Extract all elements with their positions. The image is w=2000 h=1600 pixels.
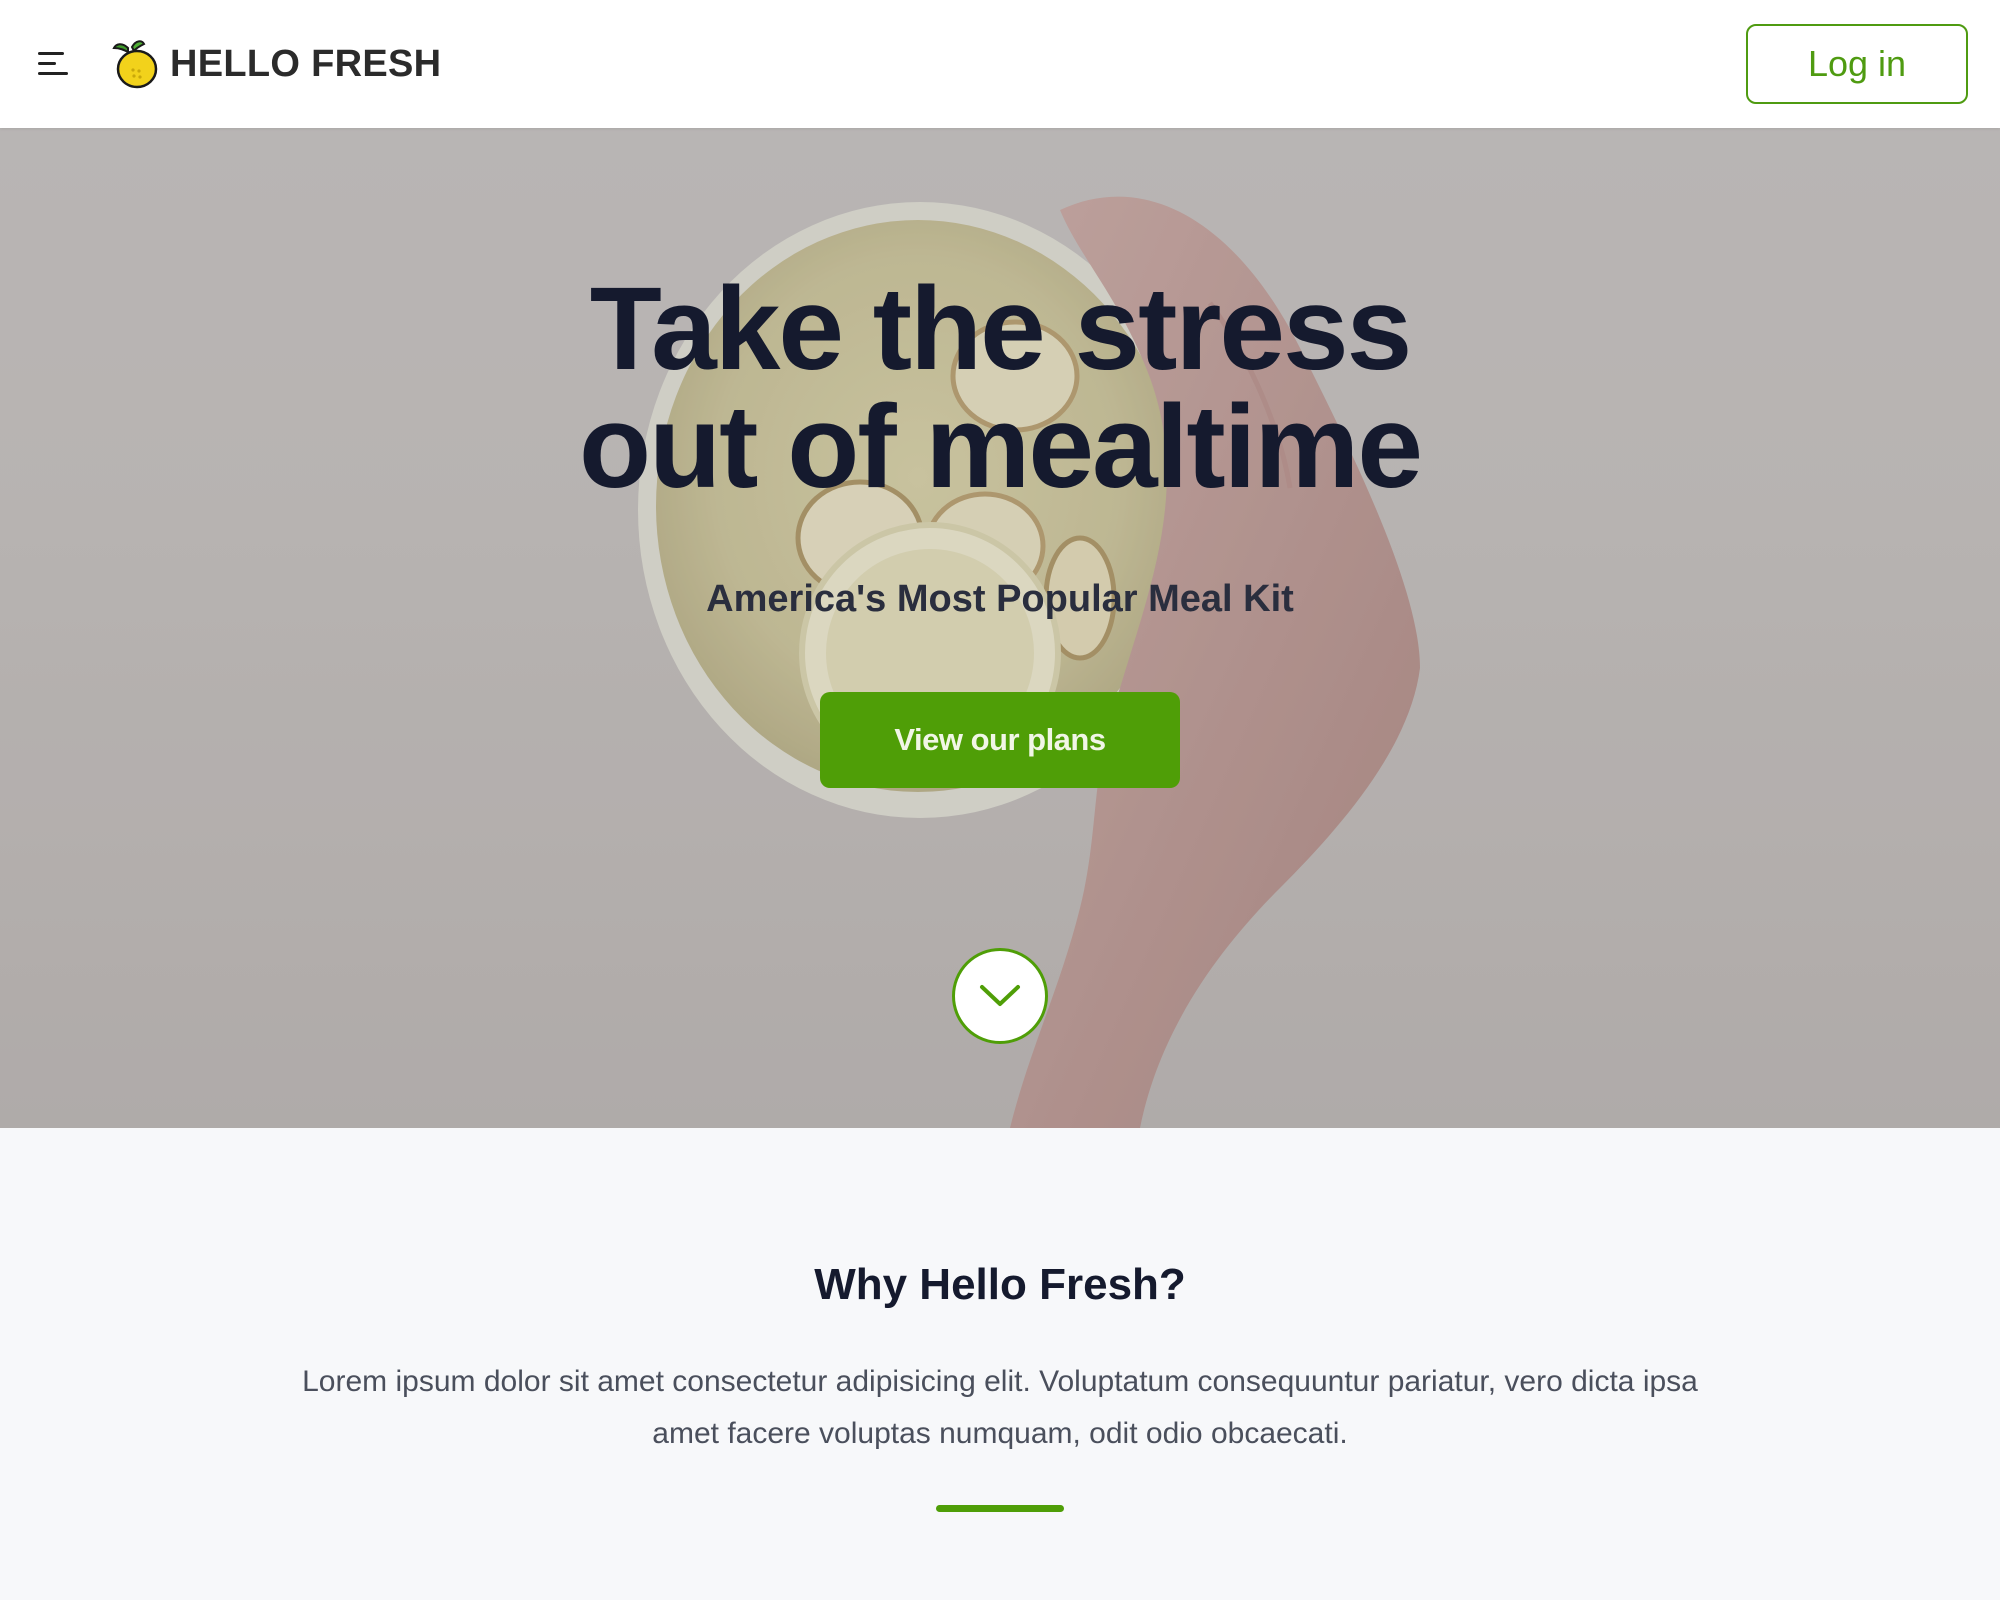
why-description: Lorem ipsum dolor sit amet consectetur a… (302, 1365, 1698, 1450)
view-plans-button[interactable]: View our plans (820, 692, 1180, 788)
hero-title: Take the stress out of mealtime (0, 270, 2000, 506)
chevron-down-icon (980, 985, 1020, 1006)
site-header: HELLO FRESH Log in (0, 0, 2000, 128)
login-button[interactable]: Log in (1746, 24, 1968, 104)
lemon-icon (112, 40, 158, 89)
section-divider (936, 1505, 1064, 1512)
brand-link[interactable]: HELLO FRESH (112, 38, 441, 90)
hero-section: Take the stress out of mealtime America'… (0, 128, 2000, 1128)
why-section: Why Hello Fresh? Lorem ipsum dolor sit a… (0, 1128, 2000, 1600)
hero-title-line-1: Take the stress (589, 263, 1413, 395)
scroll-down-button[interactable] (952, 948, 1048, 1044)
why-title: Why Hello Fresh? (814, 1260, 1186, 1309)
hero-subtitle: America's Most Popular Meal Kit (706, 578, 1294, 620)
hero-title-line-2: out of mealtime (579, 381, 1423, 513)
brand-name: HELLO FRESH (170, 42, 442, 85)
hamburger-menu-icon[interactable] (38, 50, 72, 78)
